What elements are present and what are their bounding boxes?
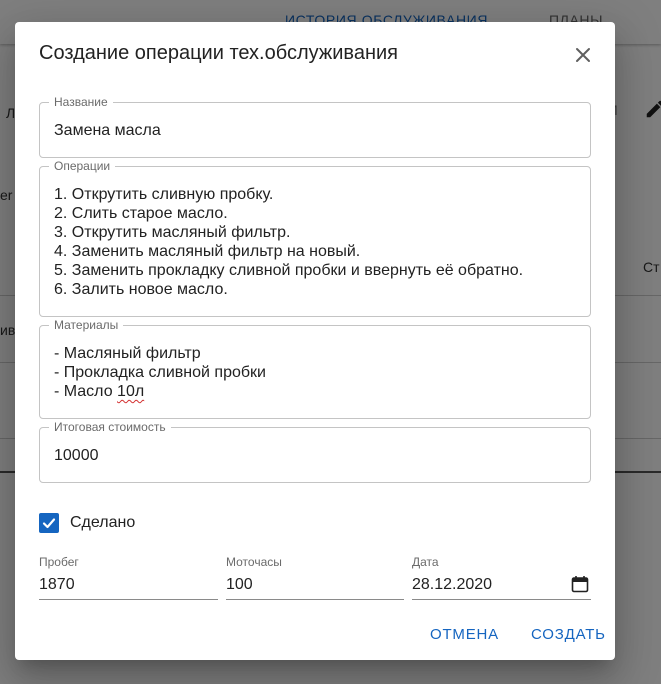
name-field[interactable]: Название Замена масла bbox=[39, 95, 591, 158]
operation-line: 4. Заменить масляный фильтр на новый. bbox=[54, 243, 361, 260]
material-line: - Масло 10л bbox=[54, 382, 266, 401]
close-button[interactable] bbox=[570, 42, 596, 68]
material-line-text: - Масло bbox=[54, 383, 118, 400]
total-cost-field[interactable]: Итоговая стоимость 10000 bbox=[39, 420, 591, 483]
name-field-value: Замена масла bbox=[54, 122, 161, 139]
motohours-field[interactable]: Моточасы 100 bbox=[226, 555, 404, 600]
date-field-label: Дата bbox=[412, 555, 439, 569]
materials-textarea: - Масляный фильтр - Прокладка сливной пр… bbox=[54, 344, 266, 401]
done-checkbox-label: Сделано bbox=[70, 514, 136, 531]
operations-field[interactable]: Операции 1. Открутить сливную пробку. 2.… bbox=[39, 159, 591, 317]
cancel-button[interactable]: ОТМЕНА bbox=[430, 626, 499, 643]
spellcheck-word: 10л bbox=[117, 383, 145, 400]
mileage-field-value: 1870 bbox=[39, 576, 75, 593]
operation-line: 2. Слить старое масло. bbox=[54, 205, 228, 222]
dialog-title: Создание операции тех.обслуживания bbox=[39, 42, 398, 64]
motohours-field-label: Моточасы bbox=[226, 555, 282, 569]
material-line: - Масляный фильтр bbox=[54, 345, 201, 362]
mileage-field[interactable]: Пробег 1870 bbox=[39, 555, 218, 600]
calendar-icon[interactable] bbox=[571, 575, 589, 593]
materials-field-label: Материалы bbox=[49, 318, 124, 332]
total-cost-field-value: 10000 bbox=[54, 447, 99, 464]
materials-field[interactable]: Материалы - Масляный фильтр - Прокладка … bbox=[39, 318, 591, 419]
total-cost-field-label: Итоговая стоимость bbox=[49, 420, 171, 434]
check-icon bbox=[42, 518, 56, 529]
mileage-field-label: Пробег bbox=[39, 555, 79, 569]
operation-line: 1. Открутить сливную пробку. bbox=[54, 186, 274, 203]
operation-line: 3. Открутить масляный фильтр. bbox=[54, 224, 291, 241]
operation-line: 6. Залить новое масло. bbox=[54, 281, 228, 298]
create-button[interactable]: СОЗДАТЬ bbox=[531, 626, 606, 643]
date-field-value: 28.12.2020 bbox=[412, 576, 493, 593]
date-field[interactable]: Дата 28.12.2020 bbox=[412, 555, 591, 600]
operations-textarea: 1. Открутить сливную пробку. 2. Слить ст… bbox=[54, 185, 523, 299]
operation-line: 5. Заменить прокладку сливной пробки и в… bbox=[54, 262, 524, 279]
motohours-field-value: 100 bbox=[226, 576, 253, 593]
material-line: - Прокладка сливной пробки bbox=[54, 364, 266, 381]
close-icon bbox=[576, 48, 590, 62]
operations-field-label: Операции bbox=[49, 159, 116, 173]
name-field-label: Название bbox=[49, 95, 113, 109]
done-checkbox[interactable] bbox=[39, 513, 59, 533]
create-maintenance-dialog: Создание операции тех.обслуживания Назва… bbox=[15, 22, 615, 660]
